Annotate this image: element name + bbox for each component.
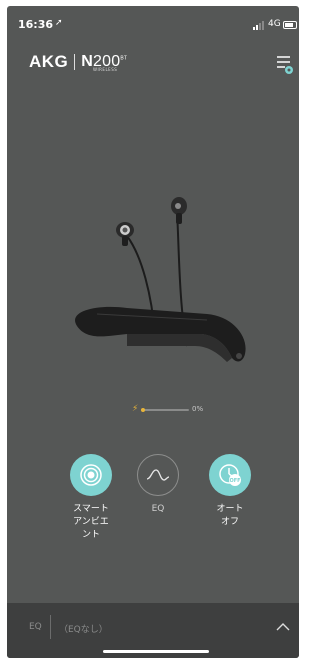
- controls-row: スマート アンビエ ント EQ OFF オート オフ: [7, 454, 299, 554]
- menu-settings-icon[interactable]: [275, 54, 295, 76]
- network-type: 4G: [268, 19, 281, 29]
- auto-off-button[interactable]: OFF オート オフ: [194, 454, 266, 529]
- bottom-divider: [50, 615, 51, 639]
- brand-subtitle: WIRELESS: [93, 67, 118, 72]
- battery-fill: [141, 408, 145, 412]
- charging-bolt-icon: ⚡: [132, 404, 139, 414]
- location-icon: ➚: [55, 18, 63, 28]
- eq-circle[interactable]: [137, 454, 179, 496]
- auto-off-circle[interactable]: OFF: [209, 454, 251, 496]
- smart-ambient-label: スマート アンビエ ント: [73, 504, 109, 540]
- eq-preset-label: （EQなし）: [59, 625, 108, 635]
- eq-wave-icon: [146, 469, 170, 481]
- app-screen: 16:36 ➚ 4G AKG N200BT WIRELESS ⚡ 0% スマート…: [7, 6, 299, 658]
- eq-label: EQ: [151, 504, 165, 514]
- brand-divider: [74, 54, 76, 70]
- bottom-eq-bar[interactable]: EQ （EQなし）: [7, 603, 299, 658]
- auto-off-label: オート オフ: [216, 504, 244, 527]
- auto-off-icon-text: OFF: [229, 478, 240, 484]
- battery-status-icon: [283, 21, 297, 29]
- model-prefix: N: [81, 53, 94, 70]
- chevron-up-icon[interactable]: [276, 622, 290, 632]
- home-indicator: [103, 650, 209, 653]
- model-mark: BT: [120, 55, 128, 62]
- smart-ambient-button[interactable]: スマート アンビエ ント: [55, 454, 127, 542]
- smart-ambient-icon: [80, 464, 102, 486]
- eq-button[interactable]: EQ: [122, 454, 194, 516]
- status-time: 16:36: [18, 18, 54, 31]
- battery-indicator: ⚡ 0%: [132, 404, 212, 415]
- auto-off-icon: OFF: [219, 464, 241, 486]
- signal-icon: [253, 21, 264, 30]
- smart-ambient-circle[interactable]: [70, 454, 112, 496]
- battery-percent: 0%: [192, 405, 204, 413]
- brand-name: AKG: [29, 52, 69, 71]
- status-bar: 16:36 ➚ 4G: [7, 6, 299, 34]
- battery-track: [141, 409, 189, 411]
- bottom-eq-label: EQ: [29, 622, 42, 632]
- brand-logo: AKG N200BT WIRELESS: [29, 52, 127, 72]
- headphones-image: [75, 197, 246, 362]
